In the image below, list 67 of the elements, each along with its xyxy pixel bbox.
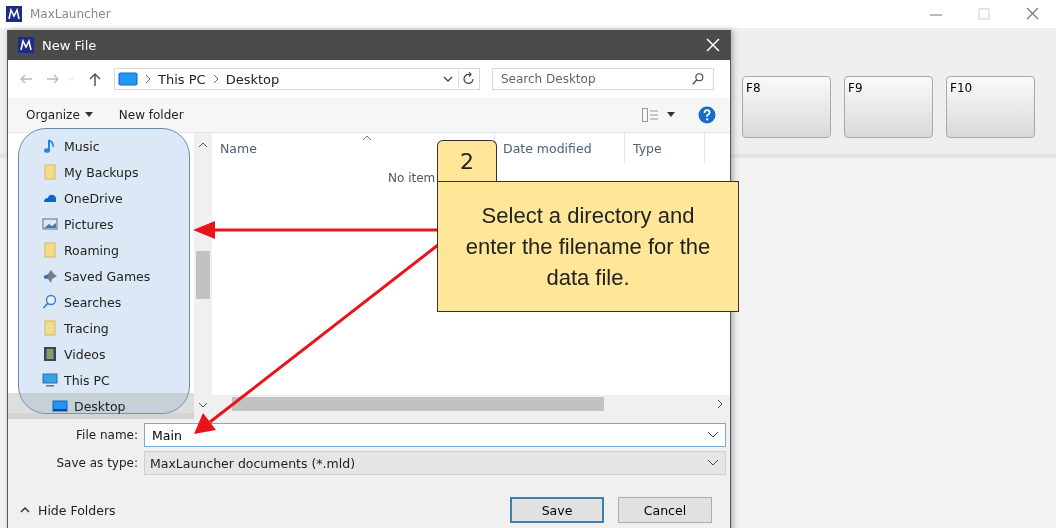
function-key-button[interactable]: F9 — [844, 76, 933, 138]
column-header[interactable]: Date modified — [503, 140, 592, 156]
pictures-icon — [42, 216, 58, 232]
chevron-down-icon — [707, 431, 719, 439]
chevron-right-icon[interactable] — [716, 399, 724, 409]
hide-folders-button[interactable]: Hide Folders — [20, 502, 116, 518]
column-header[interactable]: Type — [633, 140, 662, 156]
chevron-right-icon — [211, 74, 220, 84]
chevron-down-icon — [707, 459, 719, 467]
nav-item[interactable]: Tracing — [8, 315, 194, 341]
save-button[interactable]: Save — [510, 497, 604, 523]
nav-item[interactable]: This PC — [8, 367, 194, 393]
nav-item[interactable]: OneDrive — [8, 185, 194, 211]
scrollbar-thumb[interactable] — [196, 251, 210, 299]
vertical-scrollbar[interactable] — [194, 133, 212, 413]
nav-item[interactable]: Roaming — [8, 237, 194, 263]
breadcrumb-item[interactable]: This PC — [158, 71, 206, 87]
field-label: Save as type: — [55, 456, 139, 470]
file-type-dropdown[interactable]: MaxLauncher documents (*.mld) — [144, 451, 726, 475]
app-title: MaxLauncher — [30, 7, 111, 21]
sort-caret-icon — [362, 135, 372, 141]
file-name-input[interactable]: Main — [150, 426, 707, 444]
nav-item[interactable]: Music — [8, 133, 194, 159]
dialog-title: New File — [42, 37, 97, 53]
folder-icon — [42, 242, 58, 258]
monitor-icon — [118, 71, 138, 87]
chevron-down-icon[interactable] — [198, 401, 208, 409]
search-icon — [691, 72, 705, 86]
toolbar-button[interactable]: Organize — [26, 108, 93, 122]
empty-message: No item — [388, 171, 436, 185]
search-icon — [42, 294, 58, 310]
view-options-icon[interactable] — [642, 108, 678, 122]
toolbar-button[interactable]: New folder — [118, 108, 184, 122]
games-icon — [42, 268, 58, 284]
nav-item[interactable]: Saved Games — [8, 263, 194, 289]
nav-item[interactable]: Pictures — [8, 211, 194, 237]
cancel-button[interactable]: Cancel — [618, 497, 712, 523]
search-input[interactable]: Search Desktop — [493, 71, 691, 87]
step-number: 2 — [437, 140, 497, 182]
close-icon[interactable] — [706, 38, 720, 52]
nav-item[interactable]: My Backups — [8, 159, 194, 185]
callout-text: Select a directory and enter the filename for the data file. — [437, 181, 739, 312]
app-logo-icon — [6, 6, 22, 22]
scrollbar-thumb[interactable] — [232, 397, 604, 411]
help-icon[interactable] — [698, 106, 716, 124]
folder-icon — [42, 164, 58, 180]
caret-icon — [84, 112, 93, 118]
videos-icon — [42, 346, 58, 362]
folder-icon — [42, 320, 58, 336]
function-key-button[interactable]: F8 — [742, 76, 831, 138]
field-label: File name: — [75, 428, 139, 442]
chevron-up-icon[interactable] — [198, 141, 208, 149]
file-name-field[interactable]: Main — [144, 423, 726, 447]
chevron-right-icon — [144, 74, 152, 84]
desktop-icon — [52, 398, 68, 414]
app-logo-icon — [18, 37, 34, 53]
nav-item[interactable]: Searches — [8, 289, 194, 315]
search-field[interactable]: Search Desktop — [492, 68, 714, 90]
breadcrumb-item[interactable]: Desktop — [225, 71, 280, 87]
function-key-button[interactable]: F10 — [946, 76, 1035, 138]
column-header[interactable]: Name — [220, 140, 257, 156]
chevron-up-icon — [20, 506, 30, 514]
pc-icon — [42, 372, 58, 388]
nav-item[interactable]: Desktop — [8, 393, 194, 419]
nav-item[interactable]: Videos — [8, 341, 194, 367]
horizontal-scrollbar[interactable] — [212, 395, 730, 413]
address-bar[interactable]: This PC Desktop — [114, 68, 480, 90]
